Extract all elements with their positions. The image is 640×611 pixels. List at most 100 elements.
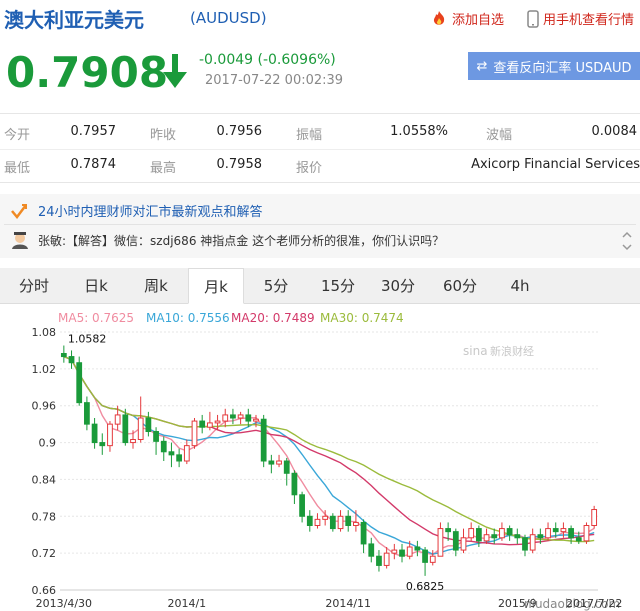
- candle-body: [76, 362, 83, 404]
- high-label: 最高: [150, 161, 177, 176]
- candle: [268, 454, 275, 474]
- candle: [206, 411, 213, 431]
- add-favorite-button[interactable]: 添加自选: [430, 9, 504, 28]
- kline-chart[interactable]: MA5: 0.7625 MA10: 0.7556 MA20: 0.7489 MA…: [0, 308, 640, 611]
- candle: [191, 418, 198, 449]
- candle: [506, 525, 513, 541]
- candle-body: [137, 417, 144, 440]
- candle: [391, 543, 398, 560]
- candle-body: [376, 555, 382, 566]
- candle-body: [268, 460, 275, 465]
- candle-body: [145, 417, 152, 433]
- quote-timestamp: 2017-07-22 00:02:39: [205, 73, 344, 88]
- candle-body: [406, 546, 413, 557]
- phone-icon: [527, 9, 539, 28]
- tab-15min[interactable]: 15分: [310, 268, 366, 304]
- open-label: 今开: [4, 128, 31, 143]
- x-tick-label: 2014/11: [325, 597, 371, 610]
- candle-body: [429, 555, 436, 563]
- ma20-legend: MA20: 0.7489: [231, 311, 315, 325]
- candle-body: [483, 534, 490, 542]
- candle: [91, 418, 98, 449]
- tab-4h[interactable]: 4h: [494, 268, 546, 304]
- candle-body: [353, 521, 359, 527]
- message-scroll-arrows[interactable]: [620, 228, 634, 254]
- tab-30min[interactable]: 30分: [370, 268, 426, 304]
- candle-body: [383, 552, 390, 566]
- candle-body: [245, 414, 252, 422]
- candle-body: [237, 414, 244, 419]
- candle: [414, 540, 421, 557]
- chart-grid: [60, 331, 598, 591]
- reverse-rate-button[interactable]: ⇄ 查看反向汇率 USDAUD: [468, 52, 640, 80]
- price-change: -0.0049 (-0.6096%): [199, 52, 336, 68]
- candle-body: [537, 534, 544, 539]
- candle: [107, 421, 113, 452]
- candle: [499, 522, 505, 541]
- reverse-rate-label: 查看反向汇率 USDAUD: [493, 60, 632, 76]
- candle: [137, 396, 144, 443]
- candle: [222, 408, 229, 428]
- candle-body: [276, 460, 282, 465]
- candle-body: [460, 537, 467, 551]
- mobile-view-label: 用手机查看行情: [543, 13, 635, 28]
- tab-5min[interactable]: 5分: [250, 268, 302, 304]
- advisor-notice: 24小时内理财师对汇市最新观点和解答 张敏:【解答】微信：szdj686 神指点…: [0, 194, 640, 258]
- candle: [237, 411, 244, 425]
- candle-body: [130, 439, 136, 444]
- candle-body: [99, 442, 106, 447]
- candle: [529, 528, 536, 554]
- candle: [153, 427, 159, 455]
- candle-body: [222, 414, 229, 422]
- advisor-headline-link[interactable]: 24小时内理财师对汇市最新观点和解答: [10, 201, 263, 220]
- candle: [514, 528, 521, 544]
- candle: [60, 345, 67, 363]
- candle-body: [153, 431, 159, 442]
- tab-minute[interactable]: 分时: [6, 268, 62, 304]
- avatar-icon: [12, 232, 28, 249]
- tab-weekly[interactable]: 周k: [128, 268, 184, 304]
- candle-body: [414, 546, 421, 551]
- ma30-line: [63, 355, 595, 543]
- symbol-code: (AUDUSD): [190, 9, 267, 27]
- stats-table: 今开 0.7957 昨收 0.7956 振幅 1.0558% 波幅 0.0084…: [0, 113, 640, 183]
- candle-body: [160, 440, 167, 453]
- advisor-message-text: 张敏:【解答】微信：szdj686 神指点金 这个老师分析的很准，你们认识吗？: [38, 233, 445, 248]
- candle: [214, 414, 221, 431]
- candle: [84, 396, 90, 431]
- candle-body: [291, 472, 298, 496]
- tab-daily[interactable]: 日k: [68, 268, 124, 304]
- candle: [145, 411, 152, 437]
- tab-monthly[interactable]: 月k: [188, 268, 244, 304]
- sina-watermark: sina: [463, 344, 488, 358]
- sina-watermark-text: 新浪财经: [490, 344, 534, 358]
- candle: [306, 510, 313, 532]
- candle-body: [360, 521, 367, 545]
- open-value: 0.7957: [70, 124, 117, 139]
- candle-body: [337, 515, 344, 530]
- candle-body: [475, 528, 482, 542]
- prev-close-label: 昨收: [150, 128, 177, 143]
- candle-body: [522, 537, 528, 551]
- low-annotation: 0.6825: [406, 580, 445, 593]
- candle-body: [468, 528, 475, 539]
- candle-body: [545, 528, 551, 539]
- quote-source-label: 报价: [296, 161, 323, 176]
- candle-body: [568, 528, 574, 539]
- candle: [283, 457, 290, 486]
- wave-value: 0.0084: [591, 124, 638, 139]
- notice-divider: [4, 224, 636, 225]
- candle: [260, 414, 267, 468]
- tab-60min[interactable]: 60分: [432, 268, 488, 304]
- advisor-message[interactable]: 张敏:【解答】微信：szdj686 神指点金 这个老师分析的很准，你们认识吗？: [10, 231, 444, 249]
- candle: [76, 356, 83, 406]
- page-header: 澳大利亚元美元 (AUDUSD) 添加自选 用手机查看行情: [0, 0, 640, 38]
- candle: [329, 513, 336, 532]
- advisor-headline: 24小时内理财师对汇市最新观点和解答: [38, 205, 263, 220]
- candle-body: [314, 518, 321, 527]
- candle: [399, 543, 405, 563]
- swap-icon: ⇄: [476, 58, 488, 74]
- mobile-view-link[interactable]: 用手机查看行情: [527, 9, 634, 28]
- candle-body: [552, 528, 559, 533]
- candle-body: [253, 418, 259, 422]
